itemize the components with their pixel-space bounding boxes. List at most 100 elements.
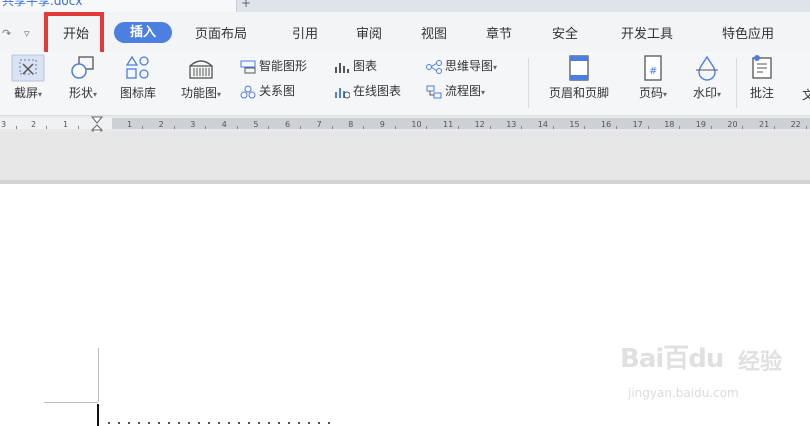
function-chart-tool[interactable]: 功能图▾	[172, 54, 230, 101]
smart-graphic-label: 智能图形	[259, 59, 308, 73]
ruler-mark	[426, 126, 428, 129]
tab-page-layout[interactable]: 页面布局	[195, 23, 247, 42]
svg-text:#: #	[649, 66, 657, 77]
ruler-tick-label: 2	[158, 120, 164, 129]
chart-tool[interactable]: 图表	[334, 57, 377, 75]
ruler-mark	[394, 126, 396, 129]
ruler-tick-label: 11	[443, 120, 454, 129]
ruler-tick-label: 13	[506, 120, 517, 129]
comment-label: 批注	[749, 86, 774, 100]
header-footer-tool[interactable]: 页眉和页脚	[538, 54, 620, 101]
relation-chart-tool[interactable]: 关系图	[240, 82, 295, 100]
document-tab-title: 共享平享.docx	[2, 0, 83, 8]
toolbar-divider	[736, 58, 737, 108]
tab-insert[interactable]: 插入	[114, 22, 172, 43]
ruler-tick-label: 2	[31, 120, 37, 129]
tab-section[interactable]: 章节	[486, 23, 512, 42]
watermark-url: jingyan.baidu.com	[628, 386, 739, 400]
tab-references[interactable]: 引用	[292, 23, 318, 42]
watermark-icon	[696, 55, 718, 81]
ruler-mark	[742, 126, 744, 129]
ruler-tick-label: 10	[411, 120, 422, 129]
ruler-tick-label: 3	[190, 120, 196, 129]
smart-graphic-icon	[240, 60, 256, 73]
ruler-tick-label: 15	[569, 120, 580, 129]
ruler-tick-label: 8	[348, 120, 354, 129]
ruler-mark	[805, 126, 807, 129]
ruler-tick-label: 9	[379, 120, 385, 129]
close-tab-icon[interactable]: ×	[196, 0, 207, 4]
ruler-mark	[710, 126, 712, 129]
redo-icon[interactable]: ↷	[2, 27, 11, 40]
online-chart-tool[interactable]: 在线图表	[334, 82, 401, 100]
ruler-mark	[16, 126, 17, 129]
ruler-mark	[331, 126, 333, 129]
text-box-tool[interactable]: 文	[798, 84, 810, 103]
screenshot-tool[interactable]: 截屏▾	[4, 54, 52, 101]
ruler-mark	[46, 126, 47, 129]
tab-security[interactable]: 安全	[552, 23, 578, 42]
relation-chart-icon	[240, 85, 256, 98]
ruler-tick-label: 12	[474, 120, 485, 129]
comment-tool[interactable]: 批注	[742, 54, 782, 101]
ruler-tick-label: 19	[695, 120, 706, 129]
ribbon-tab-row: ↷ ▿ 开始 插入 页面布局 引用 审阅 视图 章节 安全 开发工具 特色应用	[0, 12, 810, 52]
mind-map-icon	[426, 59, 442, 74]
ruler-mark	[458, 126, 459, 129]
ruler-mark	[205, 126, 207, 129]
mind-map-tool[interactable]: 思维导图▾	[426, 57, 497, 75]
smart-graphic-tool[interactable]: 智能图形	[240, 57, 307, 75]
ruler-mark	[173, 126, 175, 129]
flow-chart-icon	[426, 85, 442, 98]
paragraph-dotted-line	[108, 422, 333, 424]
ruler-mark	[300, 126, 301, 129]
icon-library-tool[interactable]: 图标库	[114, 54, 162, 101]
page-number-tool[interactable]: # 页码▾	[630, 54, 676, 101]
mind-map-label: 思维导图	[445, 59, 494, 73]
online-chart-label: 在线图表	[353, 84, 402, 98]
screenshot-label: 截屏	[13, 86, 38, 100]
ruler-mark	[236, 126, 238, 129]
tab-view[interactable]: 视图	[421, 23, 447, 42]
margin-corner-marker	[44, 402, 98, 403]
shapes-tool[interactable]: 形状▾	[60, 54, 106, 101]
function-chart-label: 功能图	[180, 86, 217, 100]
tab-special-apps[interactable]: 特色应用	[722, 23, 774, 42]
icon-library-icon	[125, 55, 149, 79]
online-chart-icon	[335, 87, 351, 98]
baidu-watermark: Bai百du 经验 jingyan.baidu.com	[620, 330, 800, 410]
shapes-label: 形状	[68, 86, 93, 100]
tab-review[interactable]: 审阅	[356, 23, 382, 42]
watermark-label: 水印	[692, 86, 717, 100]
watermark-logo: Bai百du	[620, 344, 724, 374]
relation-chart-label: 关系图	[259, 84, 296, 98]
ruler-tick-label: 18	[664, 120, 675, 129]
ruler-tick-label: 16	[601, 120, 612, 129]
ruler-mark	[521, 126, 523, 129]
margin-corner-marker	[98, 348, 99, 402]
tab-developer[interactable]: 开发工具	[621, 23, 673, 42]
ruler-mark	[616, 126, 617, 129]
function-chart-icon	[189, 60, 213, 79]
ruler-mark	[774, 126, 775, 129]
flow-chart-tool[interactable]: 流程图▾	[426, 82, 485, 100]
watermark-brand: 经验	[738, 350, 783, 375]
ruler-mark	[647, 126, 649, 129]
ruler-tick-label: 1	[63, 120, 69, 129]
ruler-tick-label: 7	[316, 120, 322, 129]
ruler-tick-label: 6	[285, 120, 291, 129]
ruler-tick-label: 4	[221, 120, 227, 129]
screenshot-icon	[11, 54, 45, 82]
ruler-tick-label: 5	[253, 120, 259, 129]
quick-access-dropdown-icon[interactable]: ▿	[24, 27, 30, 40]
page-number-icon: #	[644, 55, 662, 81]
text-box-label: 文	[801, 88, 810, 102]
document-tab[interactable]: 共享平享.docx ×	[0, 0, 237, 12]
ruler-mark	[363, 126, 365, 129]
new-tab-icon[interactable]: +	[241, 0, 251, 10]
shapes-icon	[71, 56, 94, 79]
watermark-tool[interactable]: 水印▾	[684, 54, 730, 101]
ruler-mark	[142, 126, 143, 129]
ruler-tick-label: 20	[727, 120, 738, 129]
ruler-mark	[78, 126, 79, 129]
